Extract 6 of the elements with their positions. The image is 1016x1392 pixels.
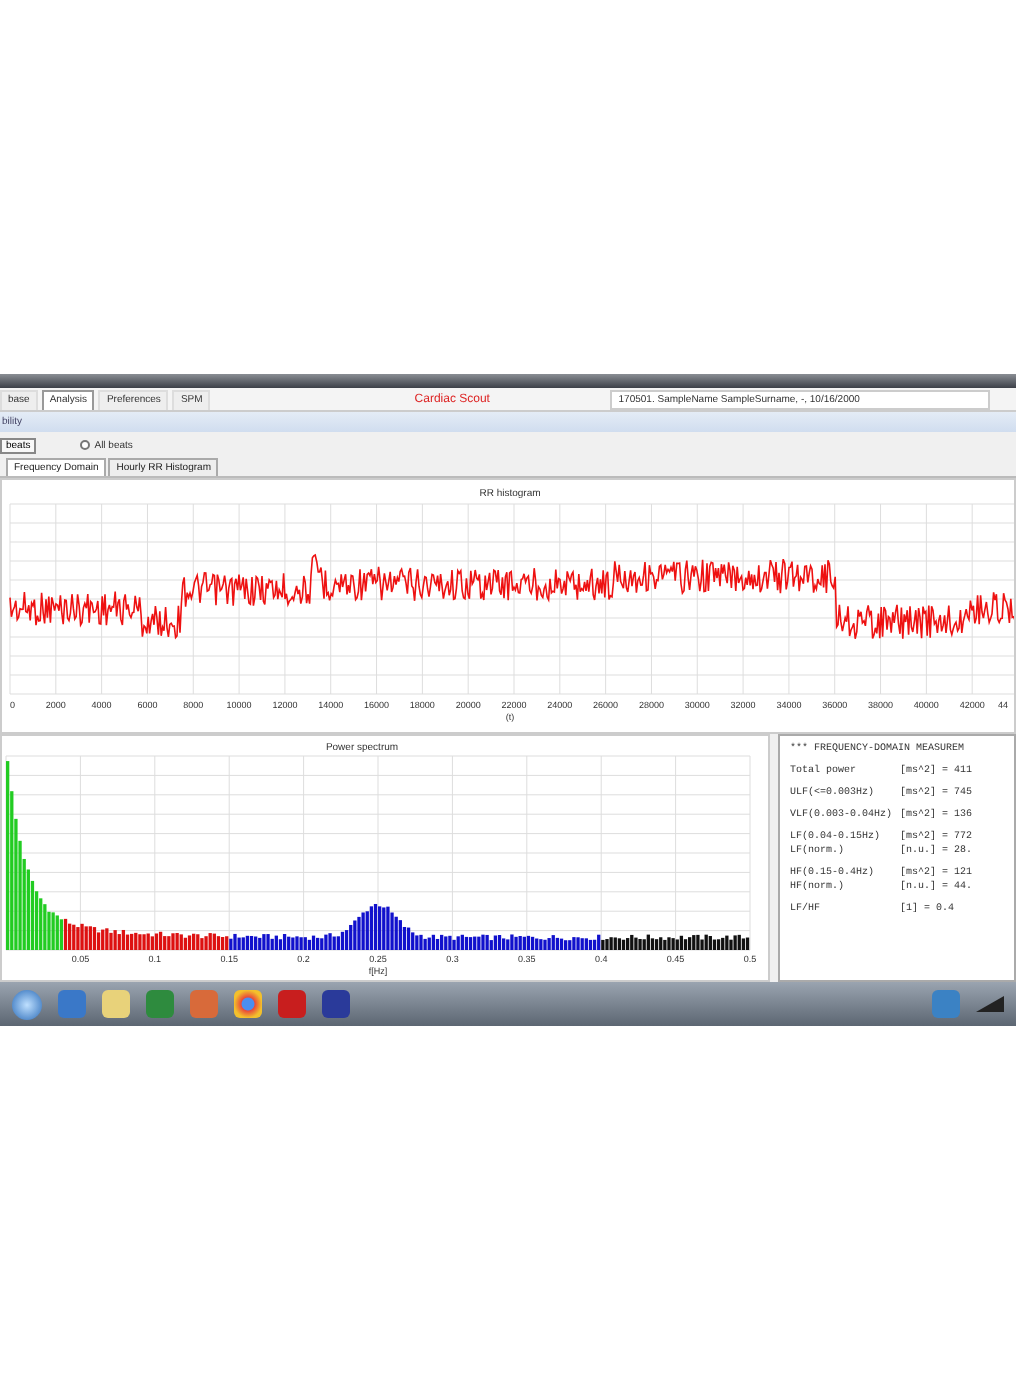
radio-button[interactable] bbox=[80, 440, 91, 450]
spreadsheet-icon[interactable] bbox=[146, 990, 174, 1018]
folder-icon[interactable] bbox=[102, 990, 130, 1018]
signal-icon bbox=[976, 996, 1004, 1012]
slides-icon[interactable] bbox=[190, 990, 218, 1018]
start-icon[interactable] bbox=[12, 989, 42, 1019]
